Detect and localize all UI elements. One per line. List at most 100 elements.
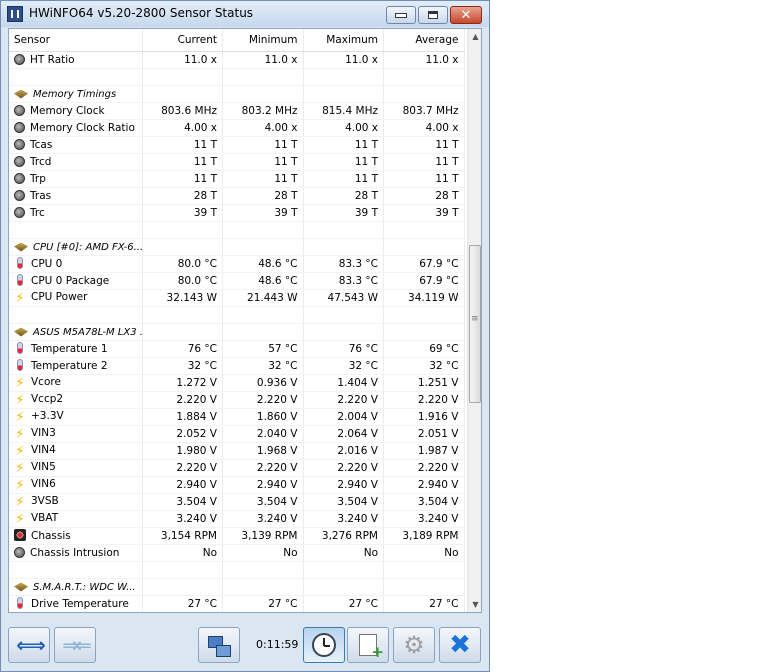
chip-icon xyxy=(14,242,28,252)
minimize-button[interactable] xyxy=(386,6,416,24)
value-cell-min: 3,139 RPM xyxy=(222,527,304,545)
value-cell-max: No xyxy=(303,544,384,562)
empty-cell xyxy=(9,221,143,239)
sensor-row[interactable]: ⚡ Vcore 1.272 V 0.936 V 1.404 V 1.251 V xyxy=(9,374,465,392)
collapse-columns-button[interactable]: ⇒⇐ xyxy=(54,627,96,663)
close-icon: ✕ xyxy=(460,7,472,23)
sensor-name-cell: HT Ratio xyxy=(9,51,143,69)
empty-cell xyxy=(303,221,384,239)
column-header-sensor[interactable]: Sensor xyxy=(9,29,143,52)
spacer-row xyxy=(9,68,465,86)
scroll-up-arrow-icon[interactable]: ▲ xyxy=(468,29,481,44)
value-cell-current: 3,154 RPM xyxy=(142,527,223,545)
value-cell-avg: 4.00 x xyxy=(383,119,465,137)
value-cell-max: 11 T xyxy=(303,136,384,154)
empty-cell xyxy=(222,306,304,324)
sensor-name-cell: ⚡ 3VSB xyxy=(9,493,143,511)
column-header-minimum[interactable]: Minimum xyxy=(222,29,304,52)
sensor-row[interactable]: Trc 39 T 39 T 39 T 39 T xyxy=(9,204,465,222)
sensor-row[interactable]: Trcd 11 T 11 T 11 T 11 T xyxy=(9,153,465,171)
value-cell-current: 80.0 °C xyxy=(142,272,223,290)
sensor-name-cell: ⚡ VIN3 xyxy=(9,425,143,443)
sensor-name: VIN5 xyxy=(31,460,56,473)
value-cell-avg: 2.940 V xyxy=(383,476,465,494)
value-cell-avg: 2.220 V xyxy=(383,459,465,477)
sensor-group-row[interactable]: Memory Timings xyxy=(9,85,465,103)
close-window-button[interactable]: ✕ xyxy=(450,6,482,24)
value-cell-avg: 67.9 °C xyxy=(383,255,465,273)
hwinfo-sensor-window: HWiNFO64 v5.20-2800 Sensor Status ✕ Sens… xyxy=(0,0,490,672)
sensor-name: Tcas xyxy=(30,138,53,151)
sensor-row[interactable]: Tras 28 T 28 T 28 T 28 T xyxy=(9,187,465,205)
hwinfo-app-icon xyxy=(7,6,23,22)
clock-reset-button[interactable] xyxy=(303,627,345,663)
sensor-row[interactable]: Memory Clock 803.6 MHz 803.2 MHz 815.4 MHz 8… xyxy=(9,102,465,120)
sensor-row[interactable]: ⚡ VIN6 2.940 V 2.940 V 2.940 V 2.940 V xyxy=(9,476,465,494)
value-cell-avg: 32 °C xyxy=(383,357,465,375)
sensor-name: Chassis xyxy=(31,530,71,542)
vertical-scrollbar[interactable]: ▲ ▼ xyxy=(467,29,481,612)
value-cell-avg: 3.504 V xyxy=(383,493,465,511)
sensor-group-row[interactable]: S.M.A.R.T.: WDC W... xyxy=(9,578,465,596)
sensor-row[interactable]: Drive Temperature 27 °C 27 °C 27 °C 27 °C xyxy=(9,595,465,612)
gauge-icon xyxy=(14,53,25,65)
column-header-maximum[interactable]: Maximum xyxy=(303,29,384,52)
empty-cell xyxy=(142,238,223,256)
sensor-row[interactable]: Memory Clock Ratio 4.00 x 4.00 x 4.00 x 4.00… xyxy=(9,119,465,137)
sensor-row[interactable]: Temperature 1 76 °C 57 °C 76 °C 69 °C xyxy=(9,340,465,358)
empty-cell xyxy=(222,68,304,86)
sensor-name-cell: Drive Temperature xyxy=(9,595,143,612)
sensor-row[interactable]: CPU 0 Package 80.0 °C 48.6 °C 83.3 °C 67.9 °… xyxy=(9,272,465,290)
sensor-row[interactable]: Chassis 3,154 RPM 3,139 RPM 3,276 RPM 3,189 … xyxy=(9,527,465,545)
sensor-name: CPU Power xyxy=(31,290,88,303)
value-cell-current: 1.272 V xyxy=(142,374,223,392)
network-button[interactable] xyxy=(198,627,240,663)
close-sensors-button[interactable]: ✖ xyxy=(439,627,481,663)
sensor-name-cell: ⚡ VBAT xyxy=(9,510,143,528)
value-cell-avg: 1.987 V xyxy=(383,442,465,460)
sensor-row[interactable]: Chassis Intrusion No No No No xyxy=(9,544,465,562)
value-cell-current: 3.504 V xyxy=(142,493,223,511)
maximize-button[interactable] xyxy=(418,6,448,24)
sensor-row[interactable]: Temperature 2 32 °C 32 °C 32 °C 32 °C xyxy=(9,357,465,375)
title-bar[interactable]: HWiNFO64 v5.20-2800 Sensor Status ✕ xyxy=(1,1,489,27)
column-header-average[interactable]: Average xyxy=(383,29,465,52)
value-cell-avg: 11 T xyxy=(383,153,465,171)
value-cell-max: 39 T xyxy=(303,204,384,222)
value-cell-min: 48.6 °C xyxy=(222,272,304,290)
sensor-name: Memory Timings xyxy=(33,88,117,100)
sensor-row[interactable]: ⚡ Vccp2 2.220 V 2.220 V 2.220 V 2.220 V xyxy=(9,391,465,409)
sensor-group-row[interactable]: CPU [#0]: AMD FX-6... xyxy=(9,238,465,256)
maximize-icon xyxy=(428,11,438,19)
sensor-name-cell: Chassis xyxy=(9,527,143,545)
sensor-row[interactable]: HT Ratio 11.0 x 11.0 x 11.0 x 11.0 x xyxy=(9,51,465,69)
value-cell-current: 2.220 V xyxy=(142,459,223,477)
expand-columns-button[interactable]: ⇐⇒ xyxy=(8,627,50,663)
sensor-row[interactable]: ⚡ +3.3V 1.884 V 1.860 V 2.004 V 1.916 V xyxy=(9,408,465,426)
gauge-icon xyxy=(14,546,25,558)
settings-button[interactable]: ⚙ xyxy=(393,627,435,663)
sensor-name-cell: Memory Timings xyxy=(9,85,143,103)
sensor-list[interactable]: Sensor Current Minimum Maximum Average H… xyxy=(8,28,482,613)
sensor-row[interactable]: ⚡ CPU Power 32.143 W 21.443 W 47.543 W 34.119… xyxy=(9,289,465,307)
sensor-row[interactable]: CPU 0 80.0 °C 48.6 °C 83.3 °C 67.9 °C xyxy=(9,255,465,273)
sensor-row[interactable]: ⚡ VIN5 2.220 V 2.220 V 2.220 V 2.220 V xyxy=(9,459,465,477)
sensor-row[interactable]: Tcas 11 T 11 T 11 T 11 T xyxy=(9,136,465,154)
sensor-row[interactable]: Trp 11 T 11 T 11 T 11 T xyxy=(9,170,465,188)
sensor-row[interactable]: ⚡ VIN4 1.980 V 1.968 V 2.016 V 1.987 V xyxy=(9,442,465,460)
empty-cell xyxy=(383,306,465,324)
scrollbar-thumb[interactable] xyxy=(469,245,481,403)
lightning-icon: ⚡ xyxy=(15,460,25,476)
empty-cell xyxy=(383,238,465,256)
report-add-icon xyxy=(359,634,384,661)
sensor-group-row[interactable]: ASUS M5A78L-M LX3 ... xyxy=(9,323,465,341)
sensor-row[interactable]: ⚡ 3VSB 3.504 V 3.504 V 3.504 V 3.504 V xyxy=(9,493,465,511)
gear-icon: ⚙ xyxy=(403,631,425,659)
logging-button[interactable] xyxy=(347,627,389,663)
sensor-row[interactable]: ⚡ VIN3 2.052 V 2.040 V 2.064 V 2.051 V xyxy=(9,425,465,443)
column-header-row: Sensor Current Minimum Maximum Average xyxy=(9,29,465,52)
scroll-down-arrow-icon[interactable]: ▼ xyxy=(468,597,481,612)
column-header-current[interactable]: Current xyxy=(142,29,223,52)
value-cell-min: 11.0 x xyxy=(222,51,304,69)
sensor-row[interactable]: ⚡ VBAT 3.240 V 3.240 V 3.240 V 3.240 V xyxy=(9,510,465,528)
